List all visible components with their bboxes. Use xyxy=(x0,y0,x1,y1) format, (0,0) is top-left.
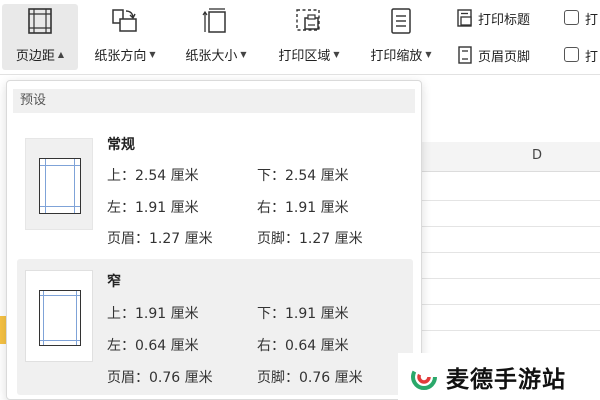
preset-normal-right: 右：1.91 厘米 xyxy=(257,200,349,216)
print-titles-icon xyxy=(456,9,474,27)
paper-orientation-icon xyxy=(110,6,140,36)
print-titles-button[interactable]: 打印标题 xyxy=(456,7,530,29)
preset-narrow-left: 左：0.64 厘米 xyxy=(107,338,199,354)
preset-section-header: 预设 xyxy=(13,89,415,113)
preset-normal-top: 上：2.54 厘米 xyxy=(107,168,199,184)
paper-orientation-label: 纸张方向 xyxy=(94,49,147,64)
preset-narrow-top: 上：1.91 厘米 xyxy=(107,306,199,322)
grid-line xyxy=(420,304,600,305)
preset-normal-bottom: 下：2.54 厘米 xyxy=(257,168,349,184)
print-titles-label: 打印标题 xyxy=(478,12,531,28)
paper-size-icon xyxy=(201,6,231,36)
paper-size-button[interactable]: 纸张大小 ▼ xyxy=(175,4,257,70)
print-area-icon xyxy=(294,6,324,36)
chevron-down-icon: ▼ xyxy=(333,50,340,59)
print-option-checkbox-2[interactable] xyxy=(564,47,579,62)
column-d-label: D xyxy=(532,148,543,163)
preset-normal-thumbnail xyxy=(25,138,93,230)
print-scale-label: 打印缩放 xyxy=(370,49,423,64)
header-footer-button[interactable]: 页眉页脚 xyxy=(456,44,530,66)
chevron-down-icon: ▼ xyxy=(425,50,432,59)
chevron-down-icon: ▼ xyxy=(149,50,156,59)
grid-line xyxy=(420,226,600,227)
print-option-label-2: 打 xyxy=(585,50,599,65)
preset-narrow-name: 窄 xyxy=(107,274,121,290)
preset-normal-left: 左：1.91 厘米 xyxy=(107,200,199,216)
preset-narrow-thumbnail xyxy=(25,270,93,362)
preset-narrow-right: 右：0.64 厘米 xyxy=(257,338,349,354)
preset-narrow-header: 页眉：0.76 厘米 xyxy=(107,370,213,386)
header-footer-icon xyxy=(456,46,474,64)
logo-swirl-icon xyxy=(411,363,437,390)
site-logo: 麦德手游站 xyxy=(398,353,600,400)
preset-normal-header: 页眉：1.27 厘米 xyxy=(107,231,213,247)
print-option-label-1: 打 xyxy=(585,13,599,28)
logo-text: 麦德手游站 xyxy=(446,366,566,393)
grid-line xyxy=(420,330,600,331)
header-footer-label: 页眉页脚 xyxy=(478,49,531,65)
print-option-checkbox-1[interactable] xyxy=(564,10,579,25)
print-area-label: 打印区域 xyxy=(278,49,331,64)
chevron-down-icon: ▼ xyxy=(240,50,247,59)
preset-normal-footer: 页脚：1.27 厘米 xyxy=(257,231,363,247)
preset-normal-name: 常规 xyxy=(107,137,135,153)
print-area-button[interactable]: 打印区域 ▼ xyxy=(266,4,352,70)
paper-size-label: 纸张大小 xyxy=(185,49,238,64)
column-header-d[interactable]: D xyxy=(420,142,600,172)
grid-line xyxy=(420,252,600,253)
grid-line xyxy=(420,278,600,279)
margins-label: 页边距 xyxy=(15,49,55,64)
page-preview-icon xyxy=(39,290,81,346)
preset-narrow-footer: 页脚：0.76 厘米 xyxy=(257,370,363,386)
margins-icon xyxy=(25,6,55,36)
print-scale-icon xyxy=(386,6,416,36)
page-layout-ribbon: 页边距 ▲ 纸张方向 ▼ 纸张大小 ▼ 打印区域 ▼ 打印缩放 ▼ 打印标题 页… xyxy=(0,0,600,75)
paper-orientation-button[interactable]: 纸张方向 ▼ xyxy=(84,4,166,70)
grid-line xyxy=(420,200,600,201)
print-scale-button[interactable]: 打印缩放 ▼ xyxy=(358,4,444,70)
page-preview-icon xyxy=(39,158,81,214)
preset-narrow-bottom: 下：1.91 厘米 xyxy=(257,306,349,322)
margins-button[interactable]: 页边距 ▲ xyxy=(2,4,78,70)
margins-dropdown: 预设 常规 上：2.54 厘米 下：2.54 厘米 左：1.91 厘米 右：1.… xyxy=(6,80,422,400)
chevron-down-icon: ▲ xyxy=(57,50,65,59)
preset-normal[interactable]: 常规 上：2.54 厘米 下：2.54 厘米 左：1.91 厘米 右：1.91 … xyxy=(17,125,413,247)
preset-narrow[interactable]: 窄 上：1.91 厘米 下：1.91 厘米 左：0.64 厘米 右：0.64 厘… xyxy=(17,259,413,395)
